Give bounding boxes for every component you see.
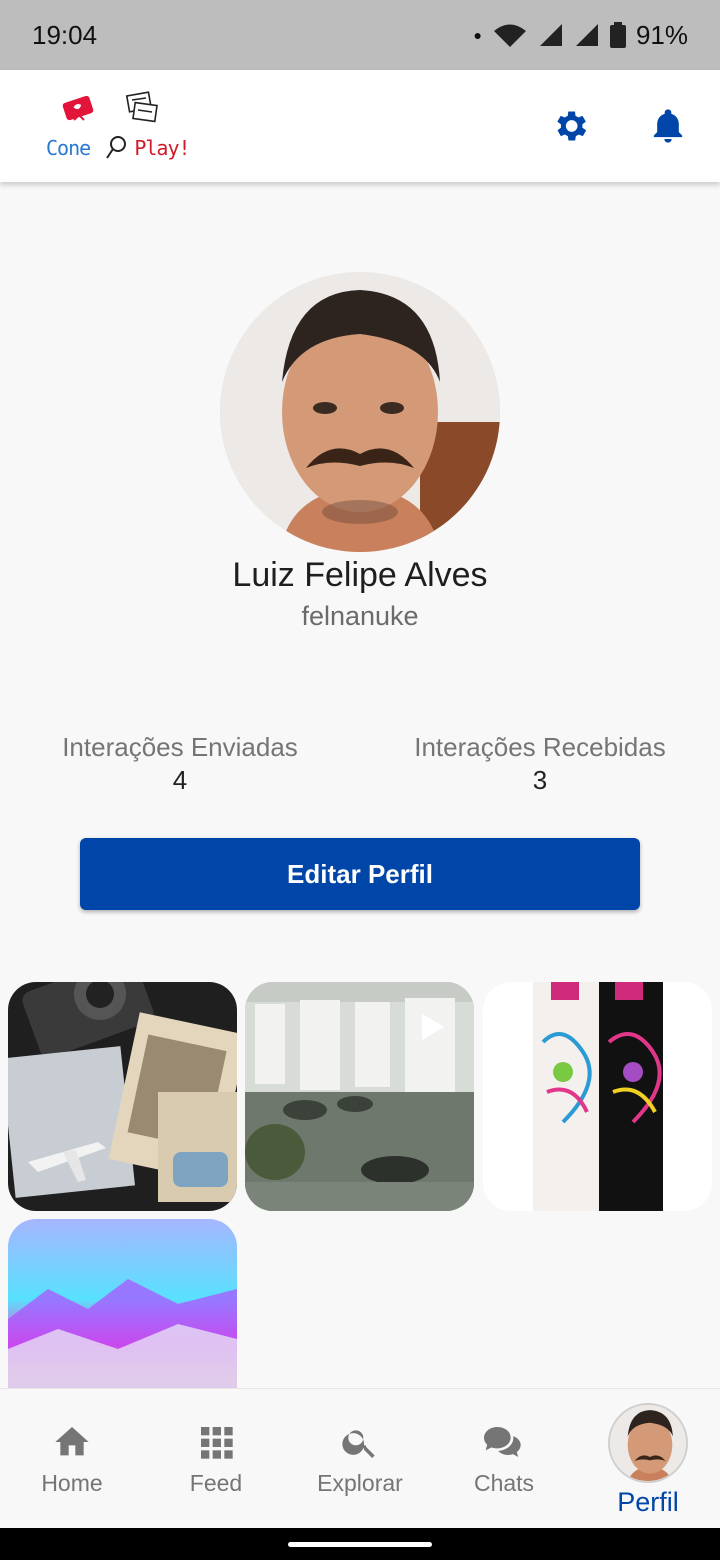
edit-profile-button[interactable]: Editar Perfil (80, 838, 640, 910)
nav-feed-label: Feed (189, 1469, 243, 1496)
battery-icon (609, 22, 626, 48)
stat-received-value: 3 (532, 765, 548, 795)
settings-button[interactable] (546, 102, 594, 150)
play-icon (422, 1014, 444, 1040)
nav-chats-label: Chats (473, 1469, 535, 1496)
stat-received: Interações Recebidas 3 (360, 732, 720, 796)
nav-perfil[interactable]: Perfil (576, 1389, 720, 1529)
avatar-photo (220, 272, 500, 552)
profile-avatar[interactable] (220, 272, 500, 552)
interaction-stats: Interações Enviadas 4 Interações Recebid… (0, 732, 720, 796)
nav-home-label: Home (41, 1469, 103, 1496)
post-thumbnail[interactable] (8, 1219, 237, 1388)
stat-sent-label: Interações Enviadas (62, 732, 298, 762)
profile-header: Luiz Felipe Alves felnanuke (0, 272, 720, 632)
nav-chats[interactable]: Chats (432, 1389, 576, 1529)
stat-sent: Interações Enviadas 4 (0, 732, 360, 796)
bottom-navigation: Home Feed Explorar Chats Perfil (0, 1388, 720, 1528)
search-icon (342, 1429, 375, 1458)
stat-sent-value: 4 (172, 765, 188, 795)
nav-explorar-label: Explorar (317, 1469, 403, 1496)
logo-word-left: Cone (46, 136, 91, 160)
chat-bubbles-icon (484, 1426, 521, 1457)
logo-word-right: Play! (134, 136, 190, 160)
app-logo[interactable]: Cone Play! (44, 86, 191, 166)
grid-icon (201, 1426, 233, 1459)
status-icons: ● 91% (473, 20, 688, 51)
nav-feed[interactable]: Feed (144, 1389, 288, 1529)
system-navigation-bar (0, 1528, 720, 1560)
gear-icon (557, 111, 587, 141)
battery-percent: 91% (635, 19, 688, 50)
home-icon (55, 1426, 89, 1455)
status-bar: 19:04 ● 91% (0, 0, 720, 70)
post-image-abstract (8, 1219, 237, 1388)
post-thumbnail[interactable] (483, 982, 712, 1211)
app-bar: Cone Play! (0, 70, 720, 182)
dot-icon: ● (473, 27, 482, 43)
status-time: 19:04 (32, 19, 98, 50)
profile-name: Luiz Felipe Alves (232, 556, 488, 594)
profile-username: felnanuke (301, 601, 419, 631)
post-thumbnail[interactable] (8, 982, 237, 1211)
avatar-photo-small (610, 1405, 686, 1481)
nav-explorar[interactable]: Explorar (288, 1389, 432, 1529)
notifications-button[interactable] (644, 102, 692, 150)
signal-icon (539, 24, 562, 46)
post-image-photos (8, 982, 237, 1211)
post-thumbnail-video[interactable] (245, 982, 474, 1211)
nav-home[interactable]: Home (0, 1389, 144, 1529)
bell-icon (653, 109, 683, 143)
app-bar-actions (546, 102, 692, 150)
home-gesture-pill[interactable] (288, 1542, 432, 1547)
nav-perfil-label: Perfil (617, 1487, 679, 1517)
post-image-perfume (483, 982, 712, 1211)
signal-icon-2 (575, 24, 598, 46)
wifi-icon (493, 24, 526, 47)
avatar (608, 1403, 688, 1483)
stat-received-label: Interações Recebidas (414, 732, 666, 762)
logo-wordmark: Cone Play! (46, 136, 191, 160)
